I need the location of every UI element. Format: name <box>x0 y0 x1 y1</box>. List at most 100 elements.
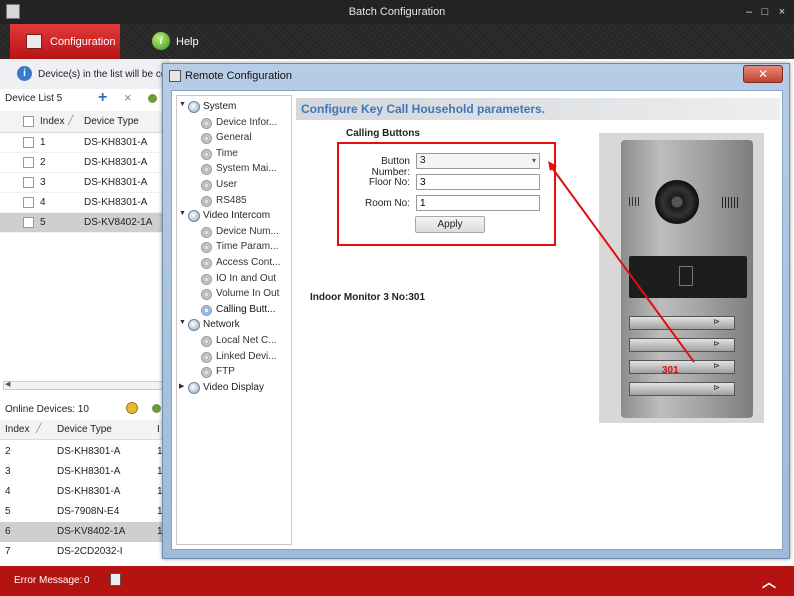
tree-label: Device Infor... <box>216 116 278 128</box>
gear-icon <box>201 226 212 238</box>
row-checkbox[interactable] <box>23 157 34 168</box>
table-row[interactable]: 7 DS-2CD2032-I <box>0 542 164 566</box>
tree-label: Video Intercom <box>203 210 271 222</box>
tree-label: Device Num... <box>216 225 279 237</box>
add-device-button[interactable]: + <box>98 89 107 107</box>
tree-label: Time <box>216 147 238 159</box>
remote-configuration-dialog: Remote Configuration ✕ ▼ System Device Inf… <box>162 63 790 559</box>
row-checkbox[interactable] <box>23 217 34 228</box>
collapse-icon[interactable]: ▼ <box>179 101 186 108</box>
tree-label: Local Net C... <box>216 335 277 346</box>
annotation-line <box>549 164 695 363</box>
annotation-arrow <box>548 161 695 363</box>
tree-label: Linked Devi... <box>216 350 277 362</box>
row-type: DS-KH8301-A <box>84 137 148 148</box>
tree-label: FTP <box>216 366 235 378</box>
row-index: 5 <box>40 217 46 228</box>
row-type: DS-KH8301-A <box>84 197 148 208</box>
row-type: DS-KH8301-A <box>57 466 121 477</box>
info-bar: i Device(s) in the list will be co <box>0 59 170 89</box>
error-count: 0 <box>84 575 90 586</box>
error-log-icon[interactable] <box>110 573 121 586</box>
row-type: DS-KH8301-A <box>57 486 121 497</box>
table-row[interactable]: 4 DS-KH8301-A <box>0 193 164 213</box>
row-index: 4 <box>5 486 11 497</box>
status-bar: Error Message: 0 ︿ <box>0 566 794 596</box>
expand-icon[interactable]: ▶ <box>179 382 184 390</box>
select-all-checkbox[interactable] <box>23 116 34 127</box>
col-online-extra[interactable]: I <box>157 424 160 435</box>
remove-device-button[interactable]: × <box>124 90 132 105</box>
minimize-button[interactable]: – <box>742 5 756 19</box>
gear-icon <box>201 164 212 176</box>
table-row[interactable]: 6 DS-KV8402-1A 1 <box>0 522 164 542</box>
horizontal-scrollbar[interactable]: ◀ <box>3 381 164 390</box>
table-row[interactable]: 5 DS-7908N-E4 1 <box>0 502 164 522</box>
table-row[interactable]: 1 DS-KH8301-A <box>0 133 164 153</box>
title-bar: Batch Configuration – □ × <box>0 0 794 24</box>
tree-label: Video Display <box>203 381 264 393</box>
row-type: DS-KH8301-A <box>84 177 148 188</box>
tab-configuration[interactable]: Configuration <box>10 24 120 59</box>
close-button[interactable]: × <box>775 5 789 19</box>
table-row[interactable]: 2 DS-KH8301-A <box>0 153 164 173</box>
info-icon: i <box>17 66 32 81</box>
folder-icon <box>188 319 200 332</box>
row-index: 2 <box>5 446 11 457</box>
dialog-close-button[interactable]: ✕ <box>743 65 783 83</box>
refresh-online-icon[interactable] <box>152 404 161 413</box>
tree-label: IO In and Out <box>216 272 277 284</box>
gear-icon <box>201 180 212 191</box>
maximize-button[interactable]: □ <box>758 5 772 19</box>
row-checkbox[interactable] <box>23 197 34 208</box>
gear-icon <box>201 273 212 285</box>
table-row[interactable]: 3 DS-KH8301-A <box>0 173 164 193</box>
tree-label: Volume In Out <box>216 288 280 300</box>
collapse-icon[interactable]: ︿ <box>762 572 776 592</box>
device-list-panel: Device List 5 + × Index ╱ Device Type 1 D… <box>0 89 164 390</box>
gear-icon <box>201 289 212 301</box>
row-type: DS-KH8301-A <box>84 157 148 168</box>
row-index: 4 <box>40 197 46 208</box>
row-index: 5 <box>5 506 11 517</box>
window-title: Batch Configuration <box>348 6 446 18</box>
filter-icon[interactable] <box>126 402 138 414</box>
tab-configuration-label: Configuration <box>50 36 116 48</box>
table-row[interactable]: 2 DS-KH8301-A 1 <box>0 442 164 462</box>
row-checkbox[interactable] <box>23 137 34 148</box>
row-index: 6 <box>5 526 11 537</box>
col-device-type[interactable]: Device Type <box>84 116 139 127</box>
gear-icon <box>201 242 212 254</box>
tree-label: System Mai... <box>216 163 277 175</box>
col-online-type[interactable]: Device Type <box>57 424 112 435</box>
configuration-icon <box>26 34 42 49</box>
tree-label: General <box>216 132 252 144</box>
row-type: DS-7908N-E4 <box>57 506 120 517</box>
row-type: DS-KH8301-A <box>57 446 121 457</box>
error-message-label: Error Message: <box>14 575 83 586</box>
row-checkbox[interactable] <box>23 177 34 188</box>
tree-label: RS485 <box>216 194 247 206</box>
gear-icon <box>201 195 212 207</box>
col-online-index[interactable]: Index <box>5 424 29 435</box>
collapse-icon[interactable]: ▼ <box>179 319 186 326</box>
gear-icon <box>201 336 212 347</box>
refresh-icon[interactable] <box>148 94 157 103</box>
scroll-left-icon[interactable]: ◀ <box>5 380 10 388</box>
folder-icon <box>188 101 200 113</box>
row-type: DS-KV8402-1A <box>84 217 153 228</box>
config-content: Configure Key Call Household parameters.… <box>296 95 780 545</box>
gear-icon-selected <box>201 304 212 316</box>
online-header: Index ╱ Device Type I <box>0 420 164 440</box>
table-row[interactable]: 4 DS-KH8301-A 1 <box>0 482 164 502</box>
gear-icon <box>201 258 212 269</box>
sort-icon: ╱ <box>68 115 74 125</box>
table-row[interactable]: 3 DS-KH8301-A 1 <box>0 462 164 482</box>
table-row[interactable]: 5 DS-KV8402-1A <box>0 213 164 233</box>
menu-bar: Configuration i Help <box>0 24 794 59</box>
tree-label: Access Cont... <box>216 257 281 268</box>
tab-help[interactable]: i Help <box>140 24 226 59</box>
collapse-icon[interactable]: ▼ <box>179 210 186 217</box>
col-index[interactable]: Index <box>40 116 64 127</box>
online-devices-panel: Online Devices: 10 Index ╱ Device Type I… <box>0 398 164 566</box>
